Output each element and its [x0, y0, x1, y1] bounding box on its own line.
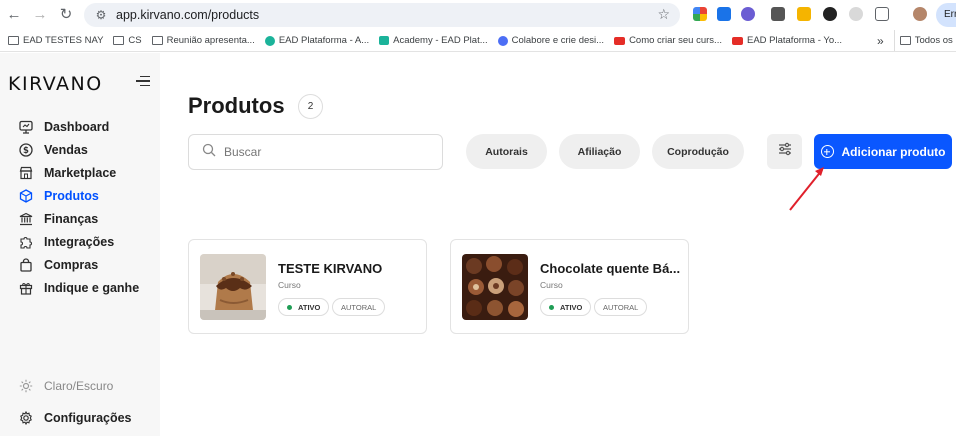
product-thumbnail	[200, 254, 266, 320]
folder-icon	[899, 36, 911, 45]
browser-toolbar: ← → ↻ ⚙ app.kirvano.com/products ☆ Err	[0, 0, 956, 30]
product-title[interactable]: Chocolate quente Bá...	[540, 261, 680, 276]
search-icon	[202, 143, 216, 162]
svg-text:$: $	[23, 146, 29, 156]
kind-badge: AUTORAL	[332, 298, 386, 316]
sidebar-menu: Dashboard $ Vendas Marketplace Produtos …	[0, 115, 160, 299]
bank-icon	[19, 212, 33, 226]
sidebar-item-compras[interactable]: Compras	[0, 253, 160, 276]
site-icon	[264, 35, 275, 46]
filter-autorais[interactable]: Autorais	[466, 134, 547, 169]
sidebar: KIRVANO Dashboard $ Vendas Marketplace P…	[0, 53, 160, 436]
status-dot-icon	[287, 304, 292, 310]
sidebar-item-integracoes[interactable]: Integrações	[0, 230, 160, 253]
bookmark-item[interactable]: EAD Plataforma - A...	[260, 30, 374, 51]
annotation-arrow-icon	[789, 167, 824, 211]
extensions-puzzle-icon[interactable]	[875, 7, 889, 21]
site-icon	[497, 35, 508, 46]
sidebar-item-settings[interactable]: Configurações	[19, 411, 132, 425]
avatar[interactable]	[913, 7, 927, 21]
page-title: Produtos	[188, 93, 285, 118]
dollar-icon: $	[19, 142, 33, 157]
bookmark-item[interactable]: EAD Plataforma - Yo...	[727, 30, 847, 51]
sidebar-item-marketplace[interactable]: Marketplace	[0, 161, 160, 184]
extension-icon[interactable]	[741, 7, 755, 21]
reload-icon[interactable]: ↻	[56, 4, 76, 24]
status-dot-icon	[549, 304, 554, 310]
product-count-badge: 2	[298, 94, 323, 119]
search-input[interactable]	[224, 145, 424, 159]
filter-coproducao[interactable]: Coprodução	[652, 134, 744, 169]
bookmarks-bar: EAD TESTES NAY CS Reunião apresenta... E…	[0, 30, 956, 52]
filter-afiliacao[interactable]: Afiliação	[559, 134, 640, 169]
bookmarks-overflow[interactable]: »	[847, 30, 894, 51]
bookmark-item[interactable]: Reunião apresenta...	[147, 30, 260, 51]
product-type: Curso	[540, 280, 563, 290]
sidebar-item-financas[interactable]: Finanças	[0, 207, 160, 230]
gift-icon	[19, 281, 33, 295]
search-box[interactable]	[188, 134, 443, 170]
sidebar-item-vendas[interactable]: $ Vendas	[0, 138, 160, 161]
theme-toggle[interactable]: Claro/Escuro	[19, 379, 113, 393]
gear-icon	[19, 411, 33, 425]
folder-icon	[151, 36, 163, 45]
site-icon	[379, 36, 390, 45]
youtube-icon	[731, 36, 743, 45]
sidebar-item-dashboard[interactable]: Dashboard	[0, 115, 160, 138]
product-card[interactable]: Chocolate quente Bá... Curso ATIVO AUTOR…	[450, 239, 689, 334]
dashboard-icon	[19, 120, 33, 134]
product-thumbnail	[462, 254, 528, 320]
forward-icon[interactable]: →	[30, 4, 50, 24]
folder-icon	[113, 36, 125, 45]
sidebar-item-produtos[interactable]: Produtos	[0, 184, 160, 207]
site-info-icon[interactable]: ⚙	[90, 8, 112, 22]
store-icon	[19, 166, 33, 180]
bookmark-item[interactable]: Academy - EAD Plat...	[374, 30, 493, 51]
bookmark-star-icon[interactable]: ☆	[657, 6, 670, 23]
back-icon[interactable]: ←	[4, 4, 24, 24]
bookmark-item[interactable]: EAD TESTES NAY	[0, 30, 108, 51]
plus-circle-icon	[820, 145, 834, 158]
url-text: app.kirvano.com/products	[116, 8, 260, 22]
bookmark-item[interactable]: Colabore e crie desi...	[493, 30, 609, 51]
puzzle-icon	[19, 235, 33, 249]
status-badge: ATIVO	[278, 298, 330, 316]
bookmark-item[interactable]: CS	[108, 30, 146, 51]
folder-icon	[8, 36, 19, 45]
sliders-icon	[777, 141, 793, 162]
extension-icon[interactable]	[771, 7, 785, 21]
bookmark-item[interactable]: Todos os marcad	[893, 30, 956, 51]
bookmark-item[interactable]: Como criar seu curs...	[609, 30, 727, 51]
extension-icon[interactable]	[849, 7, 863, 21]
extension-icon[interactable]	[693, 7, 707, 21]
product-card[interactable]: TESTE KIRVANO Curso ATIVO AUTORAL	[188, 239, 427, 334]
status-badge: ATIVO	[540, 298, 592, 316]
add-product-button[interactable]: Adicionar produto	[814, 134, 952, 169]
product-type: Curso	[278, 280, 301, 290]
address-bar[interactable]: ⚙ app.kirvano.com/products ☆	[84, 3, 680, 27]
product-title[interactable]: TESTE KIRVANO	[278, 261, 382, 276]
box-icon	[19, 188, 33, 203]
extension-icon[interactable]	[797, 7, 811, 21]
sidebar-item-indique[interactable]: Indique e ganhe	[0, 276, 160, 299]
extension-icon[interactable]	[717, 7, 731, 21]
bag-icon	[19, 257, 33, 272]
brand-logo[interactable]: KIRVANO	[8, 73, 103, 95]
kind-badge: AUTORAL	[594, 298, 648, 316]
sun-icon	[19, 379, 33, 393]
collapse-menu-icon[interactable]	[136, 76, 150, 90]
extension-icon[interactable]	[823, 7, 837, 21]
youtube-icon	[614, 36, 626, 45]
profile-chip[interactable]: Err	[936, 3, 956, 27]
